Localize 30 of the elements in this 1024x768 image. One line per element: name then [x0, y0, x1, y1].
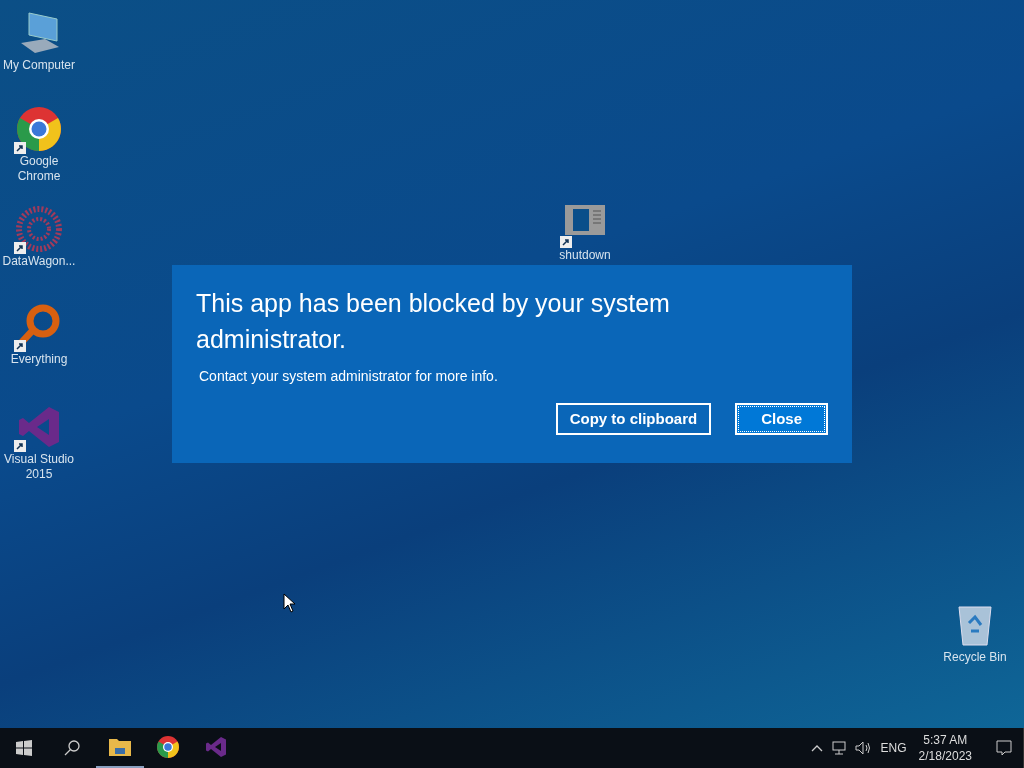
shortcut-arrow-icon: [560, 236, 572, 248]
speech-bubble-icon: [995, 740, 1012, 756]
speaker-icon[interactable]: [854, 741, 871, 755]
dialog-title: This app has been blocked by your system administrator.: [196, 288, 671, 355]
visual-studio-icon: [204, 735, 228, 759]
shortcut-arrow-icon: [14, 142, 26, 154]
language-indicator[interactable]: ENG: [880, 739, 907, 757]
desktop-icon-label[interactable]: My Computer: [1, 58, 77, 73]
desktop-icon-label[interactable]: Google Chrome: [1, 154, 77, 184]
desktop-icon-label[interactable]: Recycle Bin: [937, 650, 1013, 665]
windows-logo-icon: [16, 740, 32, 756]
folder-icon: [108, 736, 132, 758]
desktop-icon-label[interactable]: shutdown: [547, 248, 623, 263]
chrome-icon: [15, 105, 63, 153]
shortcut-arrow-icon: [14, 440, 26, 452]
starburst-icon: [15, 205, 63, 253]
shortcut-arrow-icon: [14, 242, 26, 254]
desktop-icon-label[interactable]: DataWagon...: [1, 254, 77, 269]
network-icon[interactable]: [830, 741, 847, 755]
shortcut-arrow-icon: [14, 340, 26, 352]
clock[interactable]: 5:37 AM 2/18/2023: [918, 732, 972, 764]
desktop-icon-label[interactable]: Visual Studio 2015: [1, 452, 77, 482]
chevron-up-icon[interactable]: [810, 744, 823, 752]
desktop-icon-label[interactable]: Everything: [1, 352, 77, 367]
dialog-button[interactable]: Close: [735, 403, 828, 435]
chrome-icon: [156, 735, 180, 759]
dialog-message: Contact your system administrator for more info.: [199, 367, 499, 386]
search-icon: [64, 740, 80, 756]
dialog-button[interactable]: Copy to clipboard: [555, 403, 712, 435]
cursor-icon: [283, 593, 296, 613]
